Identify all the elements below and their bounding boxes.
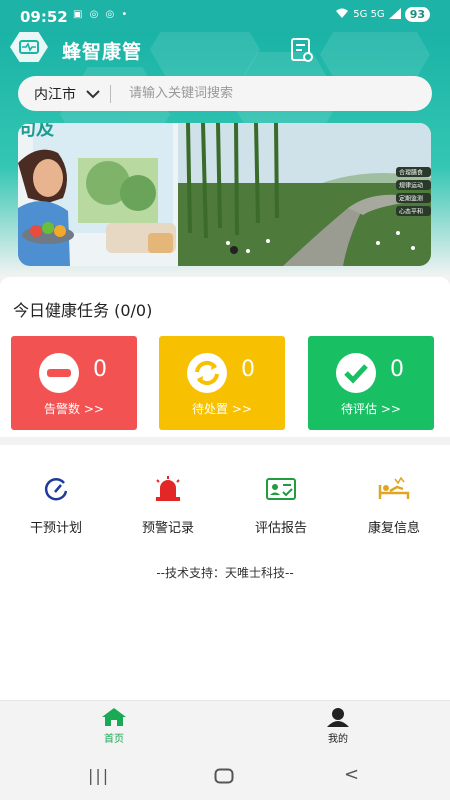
alarm-count-label: 告警数 >> (44, 402, 104, 416)
banner-tag: 合理膳食 (399, 169, 423, 177)
assessment-report-button[interactable]: 评估报告 (225, 475, 337, 536)
sync-icon (187, 353, 227, 393)
quick-actions: 干预计划 预警记录 评估报告 康复信息 --技术支持：天唯士科技-- (0, 445, 450, 700)
status-bar: 09:52 ▣ ◎ ◎ • 5G 5G 93 (0, 0, 450, 32)
signal-icon (388, 7, 401, 22)
system-nav-bar: ||| < (0, 754, 450, 800)
quick-action-label: 评估报告 (254, 521, 307, 536)
pending-evaluation-card[interactable]: 0 待评估 >> (308, 336, 434, 430)
document-settings-icon[interactable] (288, 36, 316, 64)
health-tasks-section: 今日健康任务 (0/0) 0 告警数 >> 0 待处置 >> 0 待评估 >> (0, 277, 450, 437)
home-square-icon (214, 768, 234, 784)
quick-action-label: 康复信息 (367, 521, 420, 536)
header: 蜂智康管 内江市 请输入关键词搜索 句及 合理膳食 规律运动 定期监测 心态平和 (0, 32, 450, 277)
quick-action-label: 干预计划 (29, 521, 82, 536)
status-time: 09:52 (20, 8, 68, 26)
no-entry-icon (39, 353, 79, 393)
carousel-indicator[interactable] (230, 246, 238, 254)
banner-tag: 规律运动 (399, 182, 423, 190)
status-right: 5G 5G 93 (335, 7, 430, 22)
gauge-icon (44, 478, 68, 501)
banner-tag: 心态平和 (399, 208, 423, 216)
tab-home[interactable]: 首页 (84, 707, 144, 745)
chevron-down-icon[interactable] (86, 84, 100, 103)
app-title: 蜂智康管 (62, 41, 143, 63)
alert-records-button[interactable]: 预警记录 (112, 475, 224, 536)
back-button[interactable]: < (344, 764, 359, 785)
pending-handle-card[interactable]: 0 待处置 >> (159, 336, 285, 430)
pending-handle-count: 0 (241, 357, 255, 382)
search-input[interactable] (127, 85, 381, 102)
report-card-icon (266, 478, 296, 500)
banner-illustration: 句及 合理膳食 规律运动 定期监测 心态平和 (18, 123, 431, 266)
tab-mine[interactable]: 我的 (308, 707, 368, 745)
tab-home-label: 首页 (104, 734, 124, 745)
recent-apps-button[interactable]: ||| (88, 766, 110, 785)
check-circle-icon (336, 353, 376, 393)
banner-tag: 定期监测 (399, 195, 423, 203)
pending-handle-label: 待处置 >> (192, 402, 252, 416)
rehab-info-button[interactable]: 康复信息 (338, 475, 450, 536)
user-icon (327, 708, 349, 727)
bottom-tab-bar: 首页 我的 (0, 700, 450, 755)
tab-mine-label: 我的 (328, 734, 348, 745)
pending-evaluation-count: 0 (390, 357, 404, 382)
alarm-count: 0 (93, 357, 107, 382)
signal-label: 5G 5G (353, 9, 385, 20)
alarm-count-card[interactable]: 0 告警数 >> (11, 336, 137, 430)
city-selector[interactable]: 内江市 (34, 84, 76, 104)
tech-support-text: --技术支持：天唯士科技-- (156, 566, 294, 580)
promo-banner[interactable]: 句及 合理膳食 规律运动 定期监测 心态平和 (18, 123, 431, 266)
app-logo-icon (10, 32, 48, 62)
banner-overlay-text: 句及 (18, 123, 55, 140)
pending-evaluation-label: 待评估 >> (341, 402, 401, 416)
home-nav-button[interactable] (214, 768, 234, 788)
tasks-title: 今日健康任务 (0/0) (13, 301, 153, 320)
rehab-bed-icon (378, 476, 410, 499)
alarm-light-icon (156, 476, 180, 501)
search-bar: 内江市 (18, 76, 432, 111)
quick-action-label: 预警记录 (141, 521, 194, 536)
battery-level: 93 (404, 7, 430, 22)
intervention-plan-button[interactable]: 干预计划 (0, 475, 112, 536)
home-icon (102, 708, 126, 726)
divider (110, 84, 111, 103)
notification-icons: ▣ ◎ ◎ • (73, 9, 130, 20)
wifi-icon (335, 8, 349, 22)
